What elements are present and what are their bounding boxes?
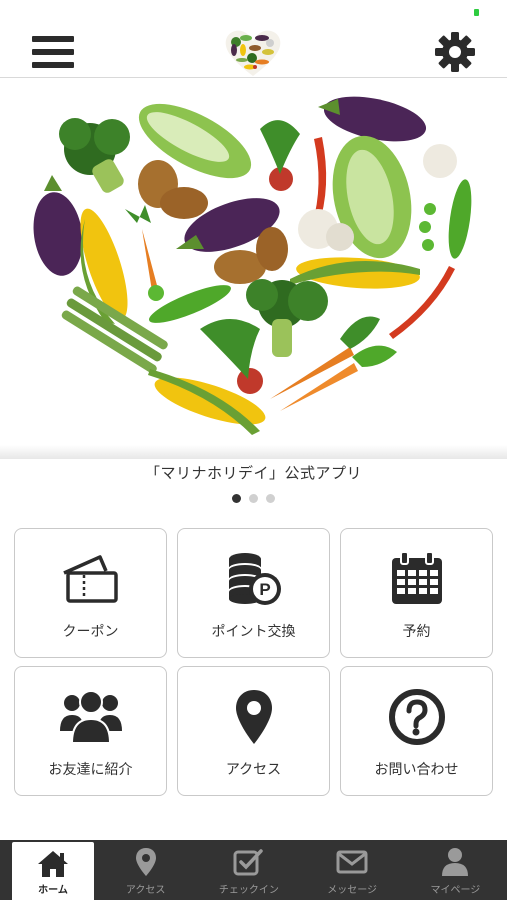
menu-grid: クーポン P ポイント交換 予約 お友達に紹介 アクセス お問い合わせ	[14, 528, 493, 796]
hero-banner[interactable]	[0, 79, 507, 459]
status-bar	[0, 0, 507, 22]
reservation-button[interactable]: 予約	[340, 528, 493, 658]
map-pin-icon	[135, 848, 156, 876]
coupon-label: クーポン	[62, 624, 119, 640]
hero-caption: 「マリナホリデイ」公式アプリ	[144, 464, 362, 482]
point-exchange-label: ポイント交換	[211, 624, 296, 640]
group-users-icon	[59, 690, 122, 744]
carousel-dots	[0, 494, 507, 503]
carousel-dot-3[interactable]	[266, 494, 275, 503]
tab-message[interactable]: メッセージ	[301, 840, 404, 900]
user-icon	[442, 848, 469, 876]
menu-button[interactable]	[32, 34, 74, 70]
invite-friends-label: お友達に紹介	[48, 762, 133, 778]
gear-icon[interactable]	[433, 30, 477, 74]
contact-label: お問い合わせ	[374, 762, 459, 778]
status-indicator	[474, 9, 479, 16]
invite-friends-button[interactable]: お友達に紹介	[14, 666, 167, 796]
tab-checkin-label: チェックイン	[218, 885, 279, 896]
tab-mypage[interactable]: マイページ	[404, 840, 507, 900]
points-coins-icon: P	[228, 553, 281, 605]
coupon-button[interactable]: クーポン	[14, 528, 167, 658]
vegetable-heart-illustration	[33, 96, 472, 435]
tab-message-label: メッセージ	[327, 885, 378, 896]
calendar-icon	[391, 551, 442, 604]
reservation-label: 予約	[402, 624, 431, 640]
hamburger-icon	[32, 36, 74, 42]
bottom-tab-bar: ホーム アクセス チェックイン メッセージ マイページ	[0, 840, 507, 900]
map-pin-icon	[235, 690, 272, 744]
tab-checkin[interactable]: チェックイン	[197, 840, 300, 900]
carousel-dot-2[interactable]	[249, 494, 258, 503]
envelope-icon	[336, 850, 368, 874]
checkin-icon	[233, 849, 263, 876]
svg-text:P: P	[259, 580, 270, 599]
coupon-ticket-icon	[62, 555, 118, 603]
home-icon	[38, 851, 68, 877]
vegetable-heart-logo-icon	[225, 30, 281, 76]
access-label: アクセス	[225, 762, 282, 778]
tab-home[interactable]: ホーム	[12, 842, 94, 900]
tab-access[interactable]: アクセス	[94, 840, 197, 900]
contact-button[interactable]: お問い合わせ	[340, 666, 493, 796]
tab-mypage-label: マイページ	[430, 885, 481, 896]
tab-home-label: ホーム	[38, 885, 68, 896]
question-icon	[388, 689, 445, 745]
point-exchange-button[interactable]: P ポイント交換	[177, 528, 330, 658]
tab-access-label: アクセス	[125, 885, 166, 896]
app-header	[0, 22, 507, 78]
access-button[interactable]: アクセス	[177, 666, 330, 796]
carousel-dot-1[interactable]	[232, 494, 241, 503]
